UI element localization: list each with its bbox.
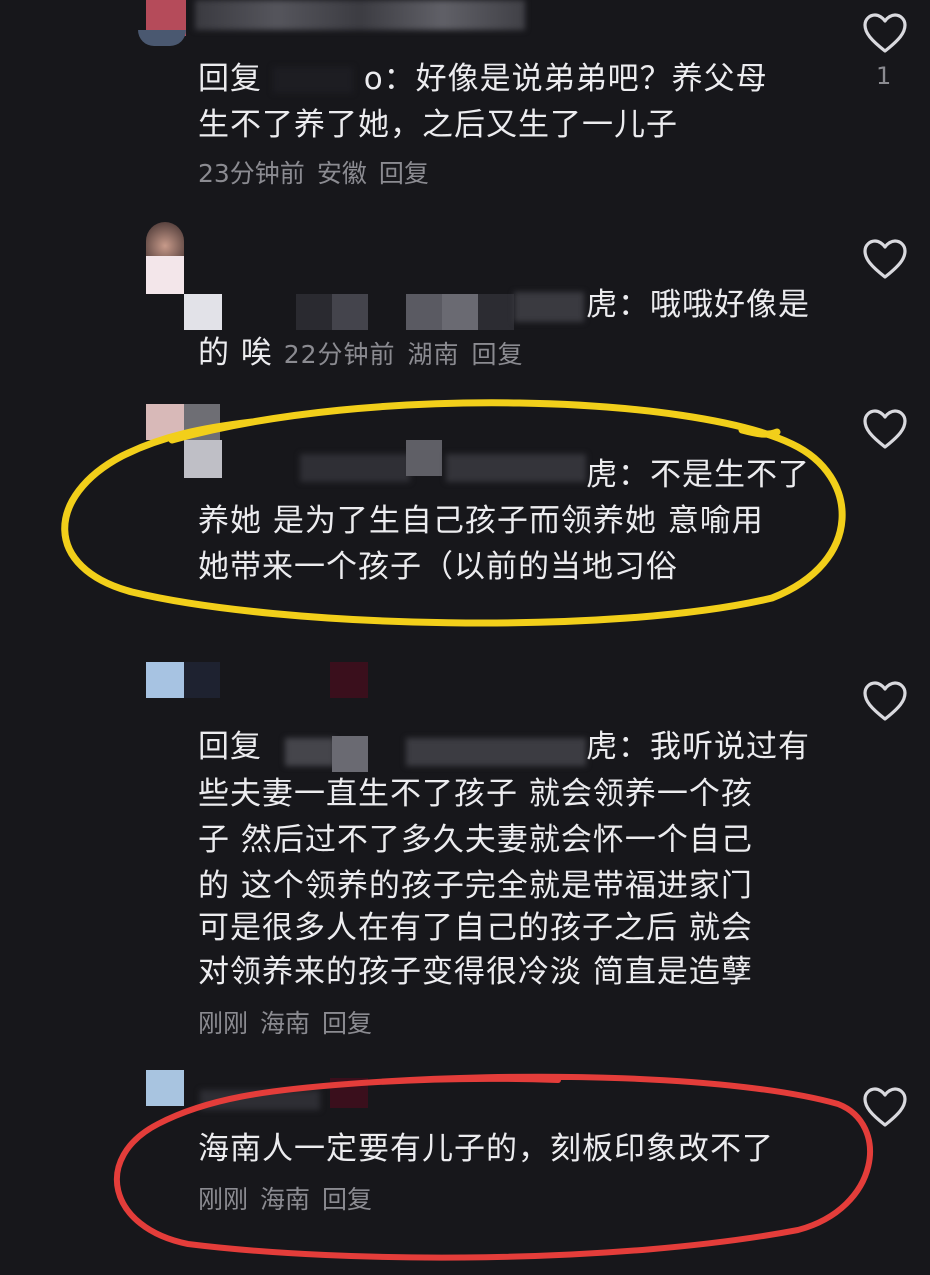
avatar-mosaic [330,662,368,698]
comment-text-line: 生不了养了她，之后又生了一儿子 [198,107,678,143]
heart-icon[interactable] [862,408,908,450]
comment-text-line: 虎：我听说过有 [586,729,810,765]
comment-text-line: 的 这个领养的孩子完全就是带福进家门 [198,868,753,904]
avatar-mosaic [138,30,186,46]
heart-icon[interactable] [862,12,908,54]
username-mosaic [478,294,514,330]
comment-text-line: 虎：哦哦好像是 [586,287,810,323]
red-highlight-ellipse [113,1073,873,1261]
comment-meta: 刚刚 海南 回复 [198,1006,384,1042]
comment-text-line: 的 唉 [198,335,273,371]
heart-icon[interactable] [862,680,908,722]
username-mosaic [442,294,478,330]
reply-prefix[interactable]: 回复 [198,729,262,765]
location: 安徽 [316,159,367,188]
reply-button[interactable]: 回复 [379,159,429,188]
comment-text-line: 些夫妻一直生不了孩子 就会领养一个孩 [198,776,753,812]
username-mosaic [332,294,368,330]
username-mosaic [332,736,368,772]
timestamp: 23分钟前 [198,159,305,188]
comment-text: 回复 o：好像是说弟弟吧？养父母 [198,56,768,102]
username-mosaic [406,738,586,766]
username-mosaic [514,292,584,322]
username-mosaic [272,67,353,93]
timestamp: 22分钟前 [283,340,396,369]
like-count: 1 [876,62,892,90]
reply-prefix[interactable]: 回复 [198,61,262,97]
location: 湖南 [407,340,460,369]
heart-icon[interactable] [862,238,908,280]
comment-text-line: 子 然后过不了多久夫妻就会怀一个自己 [198,822,753,858]
comment-meta: 23分钟前 安徽 回复 [198,156,441,192]
location: 海南 [260,1009,311,1038]
timestamp: 刚刚 [198,1009,249,1038]
comment-text: 回复 [198,724,262,770]
comment-text-line: o：好像是说弟弟吧？养父母 [363,61,768,97]
avatar-mosaic [184,662,220,698]
reply-button[interactable]: 回复 [322,1009,372,1038]
username-mosaic [406,294,442,330]
avatar-mosaic [146,222,184,256]
comment-text-line: 对领养来的孩子变得很冷淡 简直是造孽 [198,954,753,990]
username-mosaic [285,738,335,766]
username-mosaic [296,294,332,330]
yellow-highlight-ellipse [61,399,846,627]
comment-text-line: 的 唉 22分钟前 湖南 回复 [198,330,536,376]
avatar-mosaic [146,256,184,294]
avatar-mosaic [146,662,184,698]
reply-button[interactable]: 回复 [472,340,524,369]
username-mosaic [195,0,525,30]
comment-text-line: 可是很多人在有了自己的孩子之后 就会 [198,910,753,946]
avatar-mosaic [184,294,222,330]
